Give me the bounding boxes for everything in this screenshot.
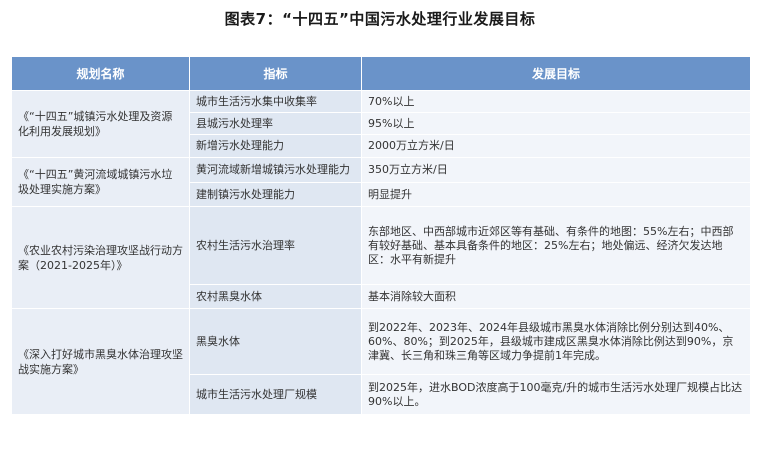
goal-cell: 2000万立方米/日 (361, 134, 751, 158)
plan-name: 《“十四五”黄河流域城镇污水垃圾处理实施方案》 (11, 157, 190, 207)
goal-cell: 到2022年、2023年、2024年县级城市黑臭水体消除比例分别达到40%、60… (361, 308, 751, 375)
table-row: 《农业农村污染治理攻坚战行动方案（2021-2025年）》 农村生活污水治理率 … (11, 206, 751, 309)
table-header-row: 规划名称 指标 发展目标 (11, 56, 751, 91)
header-goal: 发展目标 (361, 56, 751, 91)
plan-name: 《农业农村污染治理攻坚战行动方案（2021-2025年）》 (11, 206, 190, 309)
table-row: 《“十四五”城镇污水处理及资源化利用发展规划》 城市生活污水集中收集率 70%以… (11, 90, 751, 158)
indicator-cell: 黑臭水体 (189, 308, 362, 375)
page-title: 图表7：“十四五”中国污水处理行业发展目标 (224, 10, 536, 28)
table-row: 《“十四五”黄河流域城镇污水垃圾处理实施方案》 黄河流域新增城镇污水处理能力 3… (11, 157, 751, 207)
table-row: 《深入打好城市黑臭水体治理攻坚战实施方案》 黑臭水体 到2022年、2023年、… (11, 308, 751, 415)
indicator-cell: 城市生活污水集中收集率 (189, 90, 362, 113)
goal-cell: 350万立方米/日 (361, 157, 751, 183)
goal-cell: 到2025年，进水BOD浓度高于100毫克/升的城市生活污水处理厂规模占比达90… (361, 374, 751, 415)
header-indicator: 指标 (189, 56, 362, 91)
goal-cell: 东部地区、中西部城市近郊区等有基础、有条件的地图：55%左右；中西部有较好基础、… (361, 206, 751, 285)
indicator-cell: 农村黑臭水体 (189, 284, 362, 309)
goal-cell: 95%以上 (361, 112, 751, 135)
goal-cell: 基本消除较大面积 (361, 284, 751, 309)
goal-cell: 明显提升 (361, 182, 751, 207)
header-plan: 规划名称 (11, 56, 190, 91)
indicator-cell: 农村生活污水治理率 (189, 206, 362, 285)
indicator-cell: 建制镇污水处理能力 (189, 182, 362, 207)
plan-name: 《“十四五”城镇污水处理及资源化利用发展规划》 (11, 90, 190, 158)
plan-name: 《深入打好城市黑臭水体治理攻坚战实施方案》 (11, 308, 190, 415)
indicator-cell: 黄河流域新增城镇污水处理能力 (189, 157, 362, 183)
goal-cell: 70%以上 (361, 90, 751, 113)
indicator-cell: 新增污水处理能力 (189, 134, 362, 158)
indicator-cell: 县城污水处理率 (189, 112, 362, 135)
indicator-cell: 城市生活污水处理厂规模 (189, 374, 362, 415)
goals-table: 规划名称 指标 发展目标 《“十四五”城镇污水处理及资源化利用发展规划》 城市生… (11, 56, 751, 415)
